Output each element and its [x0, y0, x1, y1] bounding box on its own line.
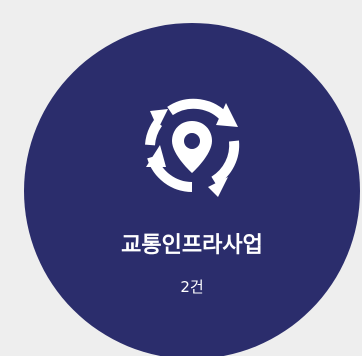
card-title: 교통인프라사업: [121, 233, 263, 258]
location-refresh-icon: [130, 83, 254, 207]
category-card-transport-infrastructure[interactable]: 교통인프라사업 2건: [24, 23, 360, 356]
card-count: 2건: [180, 278, 204, 296]
page: 교통인프라사업 2건: [0, 0, 362, 356]
